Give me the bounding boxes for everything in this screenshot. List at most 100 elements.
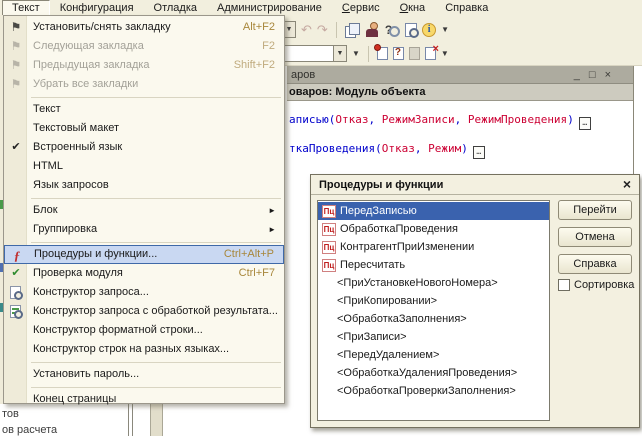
menu-item: ⚑ Убрать все закладки	[4, 75, 284, 94]
checkbox-icon[interactable]	[558, 279, 570, 291]
dialog-title: Процедуры и функции	[319, 178, 444, 191]
toolbar-icon-sliver	[0, 263, 3, 272]
toolbar-overflow-icon[interactable]: ▼	[441, 25, 449, 34]
code-token: ,	[454, 113, 468, 126]
help-button[interactable]: Справка	[558, 254, 632, 274]
procedure-list-item[interactable]: <ОбработкаУдаленияПроведения>	[318, 364, 549, 382]
procedure-list-item[interactable]: <ОбработкаЗаполнения>	[318, 310, 549, 328]
menu-item-label: Установить пароль...	[33, 368, 140, 380]
menu-item[interactable]: Группировка ►	[4, 220, 284, 239]
procedure-name: КонтрагентПриИзменении	[340, 241, 475, 253]
procedure-icon: Пц	[322, 240, 336, 254]
menu-item[interactable]: Конструктор строк на разных языках...	[4, 340, 284, 359]
toolbar-icon-sliver	[0, 200, 3, 209]
background-text-fragment: ов расчета	[2, 424, 58, 436]
find-in-document-icon[interactable]	[405, 22, 420, 38]
copy-icon[interactable]	[344, 22, 360, 38]
menu-item-label: Следующая закладка	[33, 40, 144, 52]
cancel-button[interactable]: Отмена	[558, 227, 632, 247]
module-caption-text: оваров: Модуль объекта	[289, 86, 426, 98]
menu-item-shortcut: Alt+F2	[242, 21, 275, 33]
menu-item[interactable]: Конструктор запроса с обработкой результ…	[4, 302, 284, 321]
menu-item[interactable]: Конструктор форматной строки...	[4, 321, 284, 340]
module-check-icon: ✔	[11, 267, 21, 279]
delete-page-icon[interactable]: ×	[424, 43, 439, 60]
menu-item-shortcut: Shift+F2	[233, 59, 275, 71]
window-titlebar[interactable]: аров _ □ ×	[287, 66, 633, 84]
menu-item[interactable]: ✔ Проверка модуля Ctrl+F7	[4, 264, 284, 283]
designer-app: Текст Конфигурация Отладка Администрировани…	[0, 0, 642, 436]
menu-item-label: Текст	[33, 103, 61, 115]
info-icon[interactable]: i	[422, 22, 437, 37]
add-bookmark-icon[interactable]	[373, 44, 388, 60]
menu-item[interactable]: Блок ►	[4, 201, 284, 220]
procedure-name: <ОбработкаЗаполнения>	[337, 313, 467, 325]
close-icon[interactable]: ×	[623, 176, 631, 192]
menu-item-label: Встроенный язык	[33, 141, 123, 153]
submenu-arrow-icon: ►	[268, 225, 276, 234]
code-token: Режим	[428, 142, 462, 155]
menu-item[interactable]: ƒ Процедуры и функции... Ctrl+Alt+P	[4, 245, 284, 264]
procedure-name: Пересчитать	[340, 259, 406, 271]
close-icon[interactable]: ×	[605, 69, 611, 81]
menu-item[interactable]: HTML	[4, 157, 284, 176]
code-token: РежимПроведения	[467, 113, 568, 126]
bookmark-help-icon[interactable]: ?	[392, 47, 404, 60]
module-caption: оваров: Модуль объекта	[287, 84, 633, 101]
procedure-icon: Пц	[322, 222, 336, 236]
menu-item[interactable]: Язык запросов	[4, 176, 284, 195]
procedure-name: <ОбработкаПроверкиЗаполнения>	[337, 385, 516, 397]
goto-button[interactable]: Перейти	[558, 200, 632, 220]
procedure-list-item[interactable]: Пц ОбработкаПроведения	[318, 220, 549, 238]
toolbar-overflow-icon[interactable]: ▼	[441, 49, 449, 58]
maximize-icon[interactable]: □	[589, 69, 596, 81]
menubar-item-сервис[interactable]: Сервис	[332, 0, 390, 17]
help-search-icon[interactable]: ?	[385, 23, 401, 37]
menu-item[interactable]: Текст	[4, 100, 284, 119]
menu-item[interactable]: Конструктор запроса...	[4, 283, 284, 302]
procedure-list-item[interactable]: <ПриУстановкеНовогоНомера>	[318, 274, 549, 292]
procedures-functions-dialog: Процедуры и функции × Пц ПередЗаписью Пц Об…	[310, 174, 640, 428]
menu-item[interactable]: Конец страницы	[4, 390, 284, 409]
menu-item: ⚑ Следующая закладка F2	[4, 37, 284, 56]
procedure-name: <ПередУдалением>	[337, 349, 440, 361]
menu-item[interactable]: ⚑ Установить/снять закладку Alt+F2	[4, 18, 284, 37]
chevron-down-icon[interactable]: ▼	[333, 46, 346, 61]
menu-item-label: Проверка модуля	[33, 267, 123, 279]
menu-item-label: Язык запросов	[33, 179, 109, 191]
menu-item-label: HTML	[33, 160, 63, 172]
procedure-list-item[interactable]: <ПриКопировании>	[318, 292, 549, 310]
menu-item[interactable]: ✔ Встроенный язык	[4, 138, 284, 157]
procedure-name: ПередЗаписью	[340, 205, 417, 217]
code-token: ,	[414, 142, 429, 155]
collapsed-code-icon[interactable]: …	[472, 146, 485, 159]
procedure-list-item[interactable]: Пц КонтрагентПриИзменении	[318, 238, 549, 256]
dialog-titlebar[interactable]: Процедуры и функции ×	[311, 175, 639, 195]
code-token: ткаПроведения(	[289, 142, 382, 155]
menu-item: ⚑ Предыдущая закладка Shift+F2	[4, 56, 284, 75]
collapsed-code-icon[interactable]: …	[578, 117, 591, 130]
menubar-item-справка[interactable]: Справка	[435, 0, 498, 17]
syntax-assistant-icon[interactable]	[364, 22, 380, 37]
menu-item[interactable]: Установить пароль...	[4, 365, 284, 384]
procedure-list-item[interactable]: Пц ПередЗаписью	[318, 202, 549, 220]
procedure-list-item[interactable]: <ОбработкаПроверкиЗаполнения>	[318, 382, 549, 400]
menu-item[interactable]: Текстовый макет	[4, 119, 284, 138]
combo-overflow-icon[interactable]: ▼	[352, 49, 360, 58]
red-dot-icon	[373, 44, 381, 51]
code-token: ,	[368, 113, 382, 126]
procedure-combobox[interactable]: ▼	[281, 45, 347, 62]
procedure-list-item[interactable]: Пц Пересчитать	[318, 256, 549, 274]
menu-item-label: Конструктор запроса...	[33, 286, 149, 298]
bookmark-next-icon: ⚑	[10, 39, 22, 53]
toolbar-separator	[367, 45, 369, 62]
sort-checkbox[interactable]: Сортировка	[558, 279, 634, 291]
menu-item-label: Блок	[33, 204, 58, 216]
menubar-item-окна[interactable]: Окна	[390, 0, 436, 17]
procedure-list-item[interactable]: <ПриЗаписи>	[318, 328, 549, 346]
background-text-fragment: тов	[2, 408, 19, 420]
menu-item-label: Группировка	[33, 223, 98, 235]
code-token: РежимЗаписи	[381, 113, 455, 126]
minimize-icon[interactable]: _	[574, 69, 580, 81]
procedure-list-item[interactable]: <ПередУдалением>	[318, 346, 549, 364]
